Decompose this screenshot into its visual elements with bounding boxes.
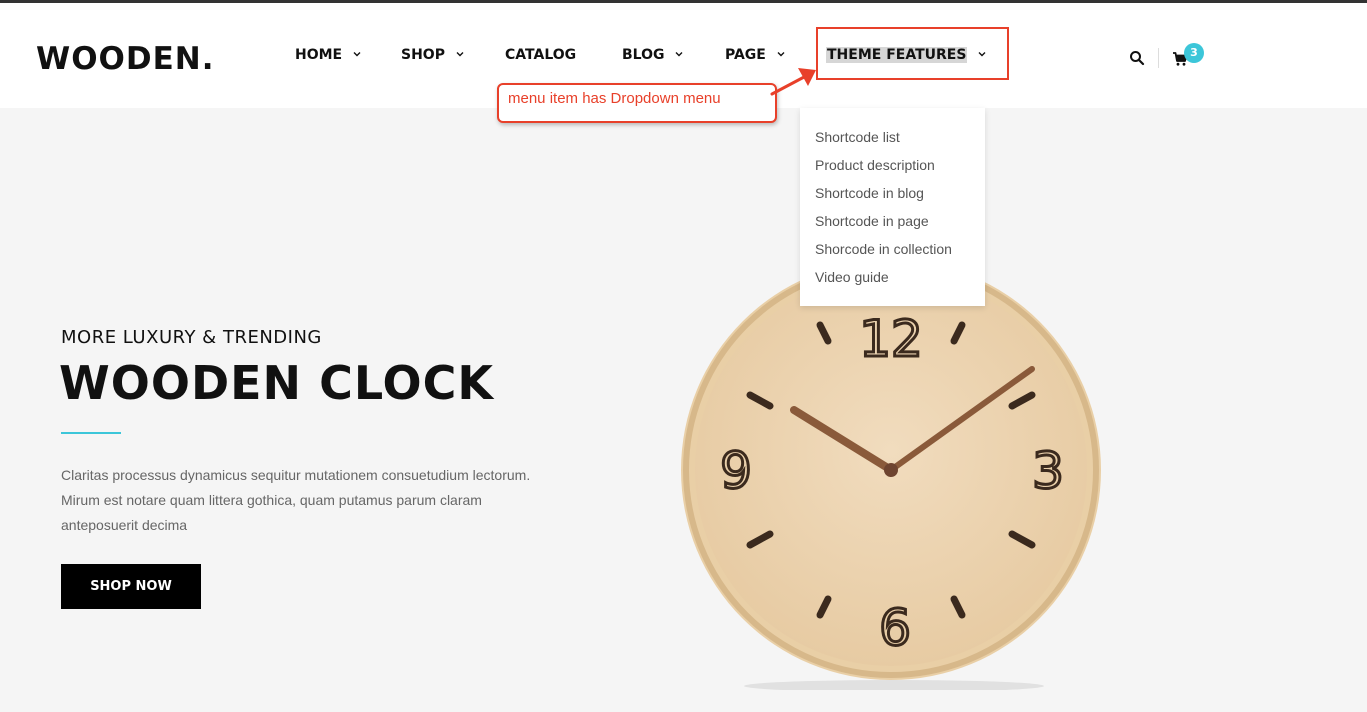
nav-item-page[interactable]: PAGE: [725, 47, 785, 63]
dropdown-item-shortcode-in-page[interactable]: Shortcode in page: [815, 213, 929, 229]
hero-accent-line: [61, 432, 121, 434]
hero-text-line: Mirum est notare quam littera gothica, q…: [61, 492, 482, 508]
nav-item-catalog[interactable]: CATALOG: [505, 47, 576, 63]
dropdown-item-shortcode-in-blog[interactable]: Shortcode in blog: [815, 185, 924, 201]
nav-item-shop[interactable]: SHOP: [401, 47, 464, 63]
annotation-callout: menu item has Dropdown menu: [497, 83, 777, 123]
clock-numeral-12: 12: [859, 310, 923, 368]
chevron-down-icon: [675, 52, 683, 57]
nav-label: HOME: [295, 47, 343, 63]
search-icon[interactable]: [1129, 50, 1145, 66]
shop-now-button[interactable]: SHOP NOW: [61, 564, 201, 609]
annotation-highlight-box: [816, 27, 1009, 80]
hero-subtitle: MORE LUXURY & TRENDING: [61, 327, 322, 348]
dropdown-item-shorcode-in-collection[interactable]: Shorcode in collection: [815, 241, 952, 257]
hero-title: WOODEN CLOCK: [59, 356, 495, 410]
nav-label: BLOG: [622, 47, 665, 63]
dropdown-item-shortcode-list[interactable]: Shortcode list: [815, 129, 900, 145]
hero-description: Claritas processus dynamicus sequitur mu…: [61, 463, 581, 538]
annotation-text: menu item has Dropdown menu: [508, 90, 721, 107]
chevron-down-icon: [777, 52, 785, 57]
annotation-arrow-icon: [770, 68, 816, 96]
nav-label: CATALOG: [505, 47, 577, 63]
dropdown-item-product-description[interactable]: Product description: [815, 157, 935, 173]
dropdown-item-video-guide[interactable]: Video guide: [815, 269, 889, 285]
cart-count-badge: 3: [1184, 43, 1204, 63]
nav-item-home[interactable]: HOME: [295, 47, 361, 63]
clock-center: [884, 463, 898, 477]
header-divider: [1158, 48, 1159, 68]
hero-text-line: anteposuerit decima: [61, 517, 188, 533]
clock-numeral-6: 6: [879, 599, 911, 657]
nav-item-blog[interactable]: BLOG: [622, 47, 683, 63]
chevron-down-icon: [353, 52, 361, 57]
chevron-down-icon: [456, 52, 464, 57]
clock-numeral-9: 9: [720, 442, 752, 500]
nav-label: SHOP: [401, 47, 445, 63]
nav-label: PAGE: [725, 47, 766, 63]
clock-numeral-3: 3: [1032, 442, 1064, 500]
theme-features-dropdown: Shortcode list Product description Short…: [800, 108, 985, 306]
wooden-clock-image: 12 3 6 9: [681, 260, 1101, 690]
site-logo[interactable]: WOODEN.: [36, 41, 215, 77]
hero-text-line: Claritas processus dynamicus sequitur mu…: [61, 467, 531, 483]
